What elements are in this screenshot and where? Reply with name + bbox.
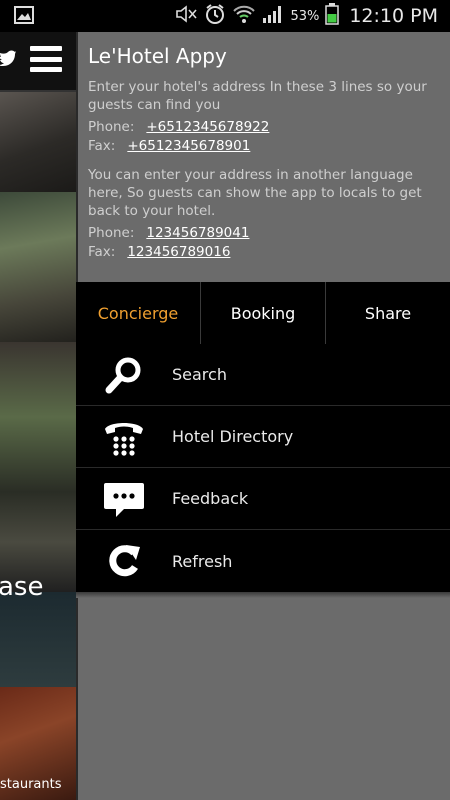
concierge-menu: Search Hotel Directory Feedback Refresh [76, 344, 450, 592]
twitter-icon[interactable] [0, 47, 16, 71]
fax-link-2[interactable]: 123456789016 [127, 244, 230, 260]
phone-row-1: Phone: +6512345678922 [88, 118, 444, 137]
menu-item-label: Feedback [172, 489, 249, 508]
hotel-image-4[interactable] [0, 592, 76, 692]
restaurants-label: staurants [0, 777, 62, 792]
menu-item-feedback[interactable]: Feedback [76, 468, 450, 530]
phone-link-2[interactable]: 123456789041 [146, 225, 249, 241]
mute-icon [174, 4, 198, 28]
tab-concierge[interactable]: Concierge [76, 282, 201, 344]
menu-item-label: Search [172, 365, 227, 384]
menu-item-label: Refresh [172, 551, 233, 571]
menu-item-search[interactable]: Search [76, 344, 450, 406]
menu-icon[interactable] [30, 46, 62, 72]
tab-booking[interactable]: Booking [201, 282, 326, 344]
wifi-icon [232, 4, 256, 28]
signal-icon [262, 4, 284, 28]
menu-item-refresh[interactable]: Refresh [76, 530, 450, 592]
address-primary: Enter your hotel's address In these 3 li… [88, 79, 427, 113]
phone-row-2: Phone: 123456789041 [88, 224, 444, 243]
drawer-tabs: Concierge Booking Share [76, 282, 450, 344]
phone-label: Phone: [88, 225, 135, 241]
refresh-icon [76, 541, 172, 581]
hotel-info: Le'Hotel Appy Enter your hotel's address… [76, 32, 450, 262]
main-app-underlay[interactable]: ase staurants [0, 32, 76, 800]
hotel-image-2[interactable] [0, 192, 76, 342]
battery-percent: 53% [290, 8, 320, 24]
alarm-icon [204, 3, 226, 29]
menu-item-label: Hotel Directory [172, 427, 294, 446]
search-icon [76, 355, 172, 395]
fax-label: Fax: [88, 138, 116, 154]
menu-shadow [76, 592, 450, 598]
side-drawer: Le'Hotel Appy Enter your hotel's address… [76, 32, 450, 800]
fax-label: Fax: [88, 244, 116, 260]
phone-icon [76, 417, 172, 457]
fax-link-1[interactable]: +6512345678901 [127, 138, 250, 154]
chat-bubble-icon [76, 479, 172, 519]
clock: 12:10 PM [349, 5, 438, 27]
phone-link-1[interactable]: +6512345678922 [146, 119, 269, 135]
menu-item-hotel-directory[interactable]: Hotel Directory [76, 406, 450, 468]
hotel-name: Le'Hotel Appy [88, 44, 227, 68]
fax-row-2: Fax: 123456789016 [88, 243, 444, 262]
address-secondary: You can enter your address in another la… [88, 167, 422, 219]
hotel-image-3[interactable] [0, 342, 76, 592]
fax-row-1: Fax: +6512345678901 [88, 137, 444, 156]
showcase-label: ase [0, 572, 44, 602]
tab-share[interactable]: Share [326, 282, 450, 344]
battery-icon [325, 3, 340, 29]
phone-label: Phone: [88, 119, 135, 135]
hotel-image-1[interactable] [0, 92, 76, 192]
image-icon [14, 6, 34, 28]
status-bar: 53% 12:10 PM [0, 0, 450, 32]
